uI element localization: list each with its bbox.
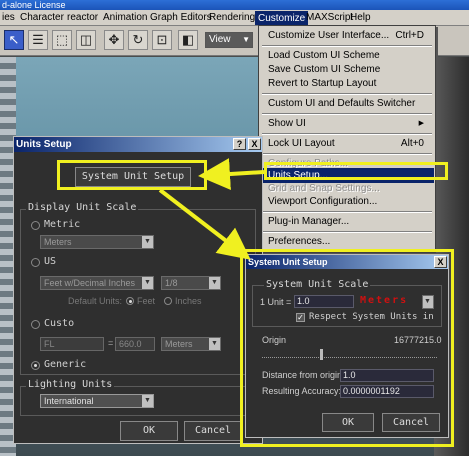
display-unit-scale-label: Display Unit Scale <box>26 202 139 213</box>
origin-label: Origin <box>262 335 287 345</box>
scale-mode-icon[interactable]: ◧ <box>178 30 198 50</box>
menu-lock-ui-layout[interactable]: Lock UI Layout Alt+0 <box>260 136 434 151</box>
help-button[interactable]: ? <box>233 138 246 150</box>
menu-separator <box>262 45 432 47</box>
chevron-down-icon: ▼ <box>209 338 220 350</box>
units-setup-titlebar: Units Setup <box>14 137 262 152</box>
us-label: US <box>44 256 57 267</box>
metric-label: Metric <box>44 219 81 230</box>
origin-slider-thumb[interactable] <box>320 349 323 360</box>
select-arrow-icon[interactable]: ↖ <box>4 30 24 50</box>
system-unit-setup-button[interactable]: System Unit Setup <box>75 167 191 187</box>
window-crossing-icon[interactable]: ◫ <box>76 30 96 50</box>
menu-preferences[interactable]: Preferences... <box>260 234 434 249</box>
resulting-accuracy-field: 0.0000001192 <box>340 385 434 398</box>
close-button[interactable]: X <box>248 138 261 150</box>
rotate-icon[interactable]: ↻ <box>128 30 148 50</box>
custom-units-select[interactable]: Meters ▼ <box>161 337 221 351</box>
chevron-down-icon: ▼ <box>209 277 220 289</box>
custom-name-field[interactable]: FL <box>40 337 104 351</box>
rect-select-icon[interactable]: ⬚ <box>52 30 72 50</box>
metric-radio[interactable] <box>31 221 40 230</box>
close-button[interactable]: X <box>434 256 447 268</box>
lighting-units-label: Lighting Units <box>26 379 115 390</box>
resulting-accuracy-label: Resulting Accuracy: <box>262 386 342 396</box>
menu-separator <box>262 113 432 115</box>
chevron-down-icon: ▼ <box>142 277 153 289</box>
generic-radio[interactable] <box>31 361 40 370</box>
origin-value: 16777215.0 <box>394 335 442 345</box>
menu-item-animation[interactable]: Animation <box>101 11 149 25</box>
chevron-down-icon: ▼ <box>142 395 153 407</box>
unit-type-label: Meters <box>360 295 409 306</box>
customize-menu: Customize User Interface... Ctrl+D Load C… <box>258 25 436 253</box>
menu-customize-ui[interactable]: Customize User Interface... Ctrl+D <box>260 28 434 43</box>
equals-label: = <box>108 338 114 348</box>
menu-item-reactor[interactable]: reactor <box>65 11 100 25</box>
scale-icon[interactable]: ⊡ <box>152 30 172 50</box>
menu-separator <box>262 93 432 95</box>
inches-radio[interactable] <box>164 297 172 305</box>
menu-revert-startup-layout[interactable]: Revert to Startup Layout <box>260 76 434 91</box>
default-units-label: Default Units: <box>68 296 123 306</box>
menu-show-ui[interactable]: Show UI ▶ <box>260 116 434 131</box>
app-titlebar: d-alone License <box>0 0 469 10</box>
custom-value-field[interactable]: 660.0 <box>115 337 155 351</box>
origin-slider-track[interactable] <box>262 352 437 358</box>
menu-load-custom-ui[interactable]: Load Custom UI Scheme <box>260 48 434 63</box>
lighting-units-select[interactable]: International ▼ <box>40 394 154 408</box>
feet-label: Feet <box>137 296 156 306</box>
chevron-down-icon: ▼ <box>142 236 153 248</box>
unit-value-field[interactable]: 1.0 <box>294 295 354 308</box>
menu-separator <box>262 153 432 155</box>
unit-label: 1 Unit = <box>260 297 292 307</box>
custom-radio[interactable] <box>31 320 40 329</box>
menu-bar: ies Character reactor Animation Graph Ed… <box>0 10 469 26</box>
unit-type-dropdown[interactable]: ▼ <box>422 295 434 309</box>
menu-viewport-configuration[interactable]: Viewport Configuration... <box>260 194 434 209</box>
menu-separator <box>262 133 432 135</box>
cancel-button[interactable]: Cancel <box>382 413 440 432</box>
menu-plugin-manager[interactable]: Plug-in Manager... <box>260 214 434 229</box>
move-icon[interactable]: ✥ <box>104 30 124 50</box>
menu-separator <box>262 211 432 213</box>
fraction-select[interactable]: 1/8 ▼ <box>161 276 221 290</box>
distance-from-origin-label: Distance from origin: <box>262 370 345 380</box>
us-units-select[interactable]: Feet w/Decimal Inches ▼ <box>40 276 154 290</box>
respect-units-label: Respect System Units in <box>309 312 434 322</box>
menu-item-ies[interactable]: ies <box>0 11 17 25</box>
chevron-down-icon: ▼ <box>423 296 433 308</box>
menu-item-rendering[interactable]: Rendering <box>207 11 257 25</box>
custom-label: Custo <box>44 318 75 329</box>
units-setup-dialog: Units Setup ? X System Unit Setup Displa… <box>13 136 263 444</box>
us-radio[interactable] <box>31 258 40 267</box>
ok-button[interactable]: OK <box>322 413 374 432</box>
ok-button[interactable]: OK <box>120 421 178 441</box>
system-unit-setup-titlebar: System Unit Setup <box>246 255 448 269</box>
feet-radio[interactable] <box>126 297 134 305</box>
menu-item-help[interactable]: Help <box>348 11 373 25</box>
distance-from-origin-field[interactable]: 1.0 <box>340 369 434 382</box>
menu-item-graph-editors[interactable]: Graph Editors <box>148 11 214 25</box>
respect-units-checkbox[interactable]: ✓ <box>296 313 305 322</box>
cancel-button[interactable]: Cancel <box>184 421 242 441</box>
app-title: d-alone License <box>2 0 66 10</box>
system-unit-setup-dialog: System Unit Setup X System Unit Scale 1 … <box>245 254 449 438</box>
metric-select[interactable]: Meters ▼ <box>40 235 154 249</box>
menu-save-custom-ui[interactable]: Save Custom UI Scheme <box>260 62 434 77</box>
menu-item-character[interactable]: Character <box>18 11 66 25</box>
inches-label: Inches <box>175 296 202 306</box>
menu-ui-defaults-switcher[interactable]: Custom UI and Defaults Switcher <box>260 96 434 111</box>
system-unit-scale-label: System Unit Scale <box>264 279 371 290</box>
submenu-arrow-icon: ▶ <box>418 120 424 127</box>
menu-item-customize[interactable]: Customize <box>255 11 309 25</box>
select-by-name-icon[interactable]: ☰ <box>28 30 48 50</box>
menu-separator <box>262 231 432 233</box>
reference-coordinate-select[interactable]: View ▼ <box>205 32 253 48</box>
generic-label: Generic <box>44 359 87 370</box>
